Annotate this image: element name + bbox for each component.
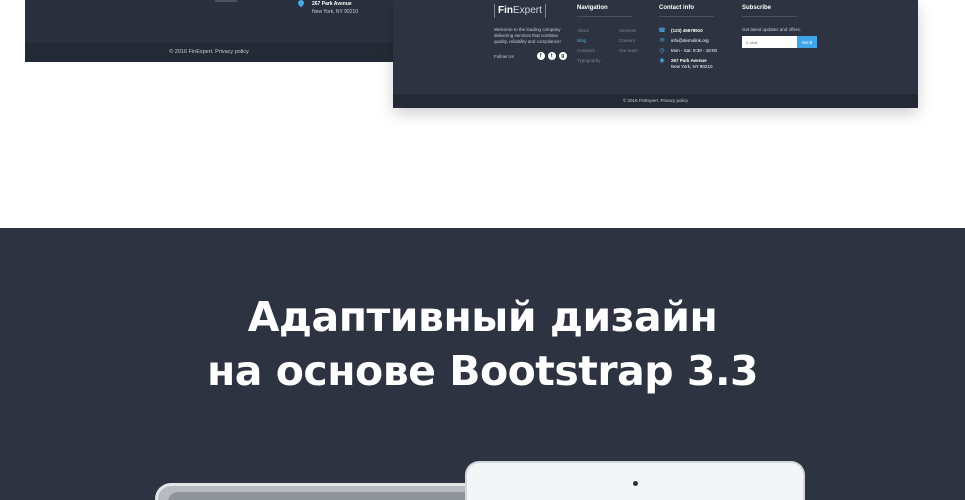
- text-fragment: [215, 0, 237, 2]
- responsive-design-section: Адаптивный дизайн на основе Bootstrap 3.…: [0, 228, 965, 500]
- divider: [659, 16, 714, 17]
- mail-icon: ✉: [659, 38, 665, 44]
- subscribe-text: Get latest updates and offers.: [742, 27, 801, 32]
- section-title: Адаптивный дизайн на основе Bootstrap 3.…: [0, 290, 965, 398]
- contact-email: ✉ info@demolink.org: [659, 38, 709, 44]
- copyright-text: © 2016 FinExpert. Privacy policy: [169, 49, 249, 55]
- nav-link-services[interactable]: Services: [619, 28, 636, 33]
- laptop-mockup: [155, 483, 485, 500]
- location-pin-icon: ◉: [659, 58, 665, 64]
- subscribe-title: Subscribe: [742, 5, 772, 11]
- facebook-icon[interactable]: f: [536, 52, 545, 60]
- divider: [742, 16, 797, 17]
- tablet-mockup: [465, 461, 805, 500]
- camera-icon: [633, 481, 638, 486]
- footer-preview-left: 267 Park Avenue New York, NY 90210 © 201…: [25, 0, 393, 62]
- twitter-icon[interactable]: t: [547, 52, 556, 60]
- section-title-line-1: Адаптивный дизайн: [247, 293, 718, 341]
- divider: [577, 16, 632, 17]
- phone-icon: ☎: [658, 28, 666, 34]
- nav-link-typography[interactable]: Typography: [577, 58, 601, 63]
- nav-link-our-team[interactable]: Our team: [619, 48, 638, 53]
- nav-link-careers[interactable]: Careers: [619, 38, 635, 43]
- nav-link-about[interactable]: About: [577, 28, 589, 33]
- nav-link-contacts[interactable]: Contacts: [577, 48, 595, 53]
- location-pin-icon: [296, 0, 306, 8]
- address-street: 267 Park Avenue: [312, 1, 352, 7]
- about-text: Welcome to the leading company deliverin…: [494, 27, 561, 44]
- google-plus-icon[interactable]: g: [558, 52, 567, 60]
- section-title-line-2: на основе Bootstrap 3.3: [206, 347, 759, 395]
- contact-title: Contact info: [659, 5, 694, 11]
- nav-link-blog[interactable]: Blog: [577, 38, 586, 43]
- follow-us: Follow Us f t g: [494, 52, 567, 60]
- navigation-title: Navigation: [577, 5, 608, 11]
- email-field[interactable]: [742, 36, 797, 48]
- contact-phone: ☎ (123) 45678910: [658, 28, 703, 34]
- send-button[interactable]: Send: [797, 36, 817, 48]
- address-city: New York, NY 90210: [312, 9, 359, 15]
- subscribe-form: Send: [742, 36, 817, 48]
- copyright-text: © 2016 FinExpert. Privacy policy: [622, 98, 689, 103]
- address: 267 Park Avenue New York, NY 90210: [312, 0, 358, 16]
- logo: FinExpert: [494, 4, 546, 18]
- follow-label: Follow Us: [494, 53, 514, 59]
- laptop-screen: [168, 492, 472, 500]
- clock-icon: ◷: [659, 48, 665, 54]
- copyright-bar: © 2016 FinExpert. Privacy policy: [25, 43, 393, 62]
- footer-preview-right: FinExpert Welcome to the leading company…: [393, 0, 918, 108]
- contact-address: ◉ 267 Park Avenue New York, NY 90210: [659, 58, 713, 69]
- copyright-bar: © 2016 FinExpert. Privacy policy: [393, 94, 918, 108]
- contact-hours: ◷ Mon - Sat: 9:30 - 18:00: [659, 48, 718, 54]
